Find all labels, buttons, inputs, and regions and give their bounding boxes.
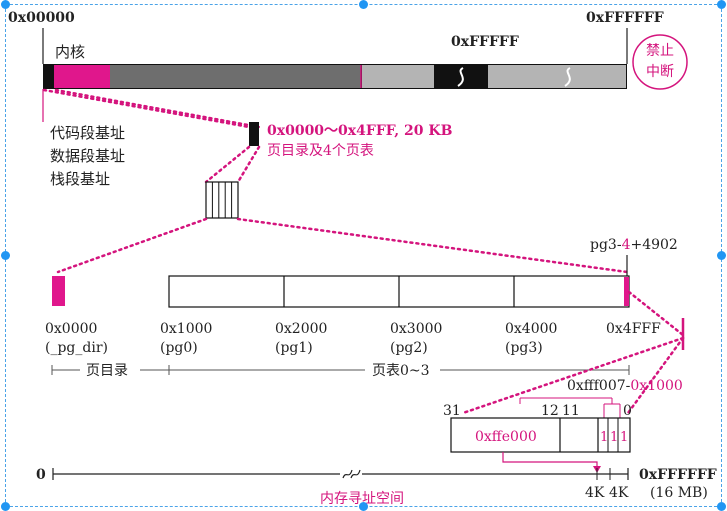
zoom1-line-left (42, 88, 251, 129)
selection-handle-top-right[interactable] (717, 0, 726, 9)
addr-label-1: 0x1000 (160, 321, 212, 337)
bit-12-label: 12 (541, 403, 559, 419)
base-label-code: 代码段基址 (50, 124, 125, 142)
page-table-strip (168, 275, 630, 308)
selection-handle-middle-right[interactable] (717, 251, 726, 260)
frame-arrow (502, 452, 598, 470)
space-end-note: (16 MB) (650, 485, 708, 501)
pte-value-part2: 0x1000 (630, 378, 682, 394)
selection-handle-bottom-right[interactable] (717, 502, 726, 511)
address-space-break (350, 469, 361, 479)
nmi-label-line2: 中断 (646, 64, 674, 80)
addr-label-0: 0x0000 (45, 321, 97, 337)
memory-bar (43, 64, 627, 89)
pte-flag-bit: 1 (600, 430, 608, 445)
zoom1-block (249, 122, 259, 146)
zoom1-line-right (54, 88, 261, 129)
mini-tables (205, 181, 239, 219)
addr-start-label: 0x00000 (8, 10, 75, 26)
addr-label-2: 0x2000 (275, 321, 327, 337)
segment-high (488, 65, 626, 88)
memory-layout-diagram: .accent-stroke { stroke: #d4147d; } .dot… (8, 10, 717, 507)
pte-frame-value: 0xffe000 (475, 429, 537, 445)
base-label-stack: 栈段基址 (50, 170, 110, 188)
addr-label-5: 0x4FFF (606, 321, 661, 337)
pg3-label: pg3-4+4902 (590, 237, 678, 253)
pte-value-part1: 0xfff007- (567, 378, 631, 394)
zoom3-line-right (236, 217, 629, 274)
bit-0-label: 0 (623, 403, 632, 419)
pg-dir-block (52, 276, 65, 306)
pg-dir-caption: 页目录 (86, 363, 128, 379)
pte-zoom-line-right (626, 336, 685, 415)
pte-flag-bit: 1 (620, 430, 628, 445)
kernel-label: 内核 (55, 43, 85, 61)
address-space-break (342, 469, 353, 479)
pte-value-label: 0xfff007-0x1000 (567, 378, 683, 394)
name-label-0: (_pg_dir) (45, 340, 108, 356)
segment-low-kernel (44, 65, 54, 88)
selection-handle-top-left[interactable] (1, 0, 10, 9)
name-label-4: (pg3) (505, 340, 543, 356)
name-label-1: (pg0) (160, 340, 198, 356)
addr-label-3: 0x3000 (390, 321, 442, 337)
pg3-label-part2: 4 (622, 237, 631, 253)
bit-11-label: 11 (562, 403, 580, 419)
zoom2-line-left (204, 145, 251, 184)
address-space-line (52, 468, 629, 480)
space-end-label: 0xFFFFFF (639, 467, 717, 483)
addr-end-label: 0xFFFFFF (586, 10, 664, 26)
addr-mid-label: 0xFFFFF (451, 34, 519, 50)
selection-handle-bottom-middle[interactable] (359, 502, 368, 511)
addr-label-4: 0x4000 (505, 321, 557, 337)
tick-label-b: 4K (609, 485, 629, 501)
name-label-3: (pg2) (390, 340, 428, 356)
pte-zoom-line-left (461, 336, 685, 415)
selection-handle-top-middle[interactable] (359, 0, 368, 9)
pg3-label-part1: pg3- (590, 237, 622, 253)
zoom1-desc-label: 页目录及4个页表 (267, 143, 374, 159)
segment-kernel (54, 65, 110, 88)
segment-buffer (362, 65, 434, 88)
selection-handle-middle-left[interactable] (1, 251, 10, 260)
zoom2-line-right (236, 145, 261, 184)
range-bracket (51, 365, 630, 375)
zoom1-range-label: 0x0000～0x4FFF, 20 KB (267, 123, 453, 139)
tick-label-a: 4K (585, 485, 605, 501)
pg3-label-part3: +4902 (630, 237, 677, 253)
bit-31-label: 31 (443, 403, 461, 419)
nmi-badge: 禁止 中断 (632, 34, 688, 90)
base-label-data: 数据段基址 (50, 147, 125, 165)
segment-kernel-space (110, 65, 361, 88)
mini-tables-frame (205, 181, 239, 219)
pg-tables-caption: 页表0~3 (372, 363, 430, 379)
selection-handle-bottom-left[interactable] (1, 502, 10, 511)
name-label-2: (pg1) (275, 340, 313, 356)
zoom3-line-left (56, 217, 208, 274)
nmi-label-line1: 禁止 (646, 43, 674, 59)
pte-flag-bit: 1 (610, 430, 618, 445)
space-start-label: 0 (36, 467, 46, 483)
